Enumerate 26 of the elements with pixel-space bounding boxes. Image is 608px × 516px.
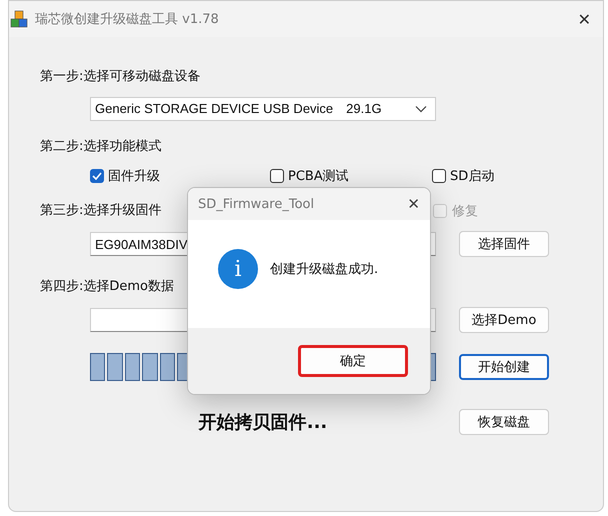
dialog-title: SD_Firmware_Tool (198, 196, 314, 212)
checkbox[interactable] (270, 169, 284, 183)
checkbox-label: 修复 (452, 203, 478, 220)
checkbox-label: PCBA测试 (288, 168, 349, 185)
blocks-icon (10, 10, 28, 28)
window-title: 瑞芯微创建升级磁盘工具 v1.78 (35, 11, 219, 28)
status-text: 开始拷贝固件... (198, 411, 328, 434)
browse-button[interactable]: 选择固件 (459, 231, 549, 257)
checkbox[interactable] (90, 169, 104, 183)
ok-button[interactable]: 确定 (298, 345, 408, 377)
caret-icon (415, 105, 427, 113)
step-label: 第四步:选择Demo数据 (40, 278, 174, 296)
device-dropdown[interactable]: Generic STORAGE DEVICE USB Device 29.1G (90, 97, 436, 121)
close-button[interactable]: ✕ (407, 195, 420, 213)
start-button[interactable]: 开始创建 (459, 354, 549, 380)
checkbox-label: SD启动 (450, 168, 494, 185)
info-icon: i (218, 249, 258, 289)
close-button[interactable]: ✕ (578, 10, 591, 28)
checkbox[interactable] (432, 169, 446, 183)
step-label: 第三步:选择升级固件 (40, 202, 162, 220)
step-label: 第一步:选择可移动磁盘设备 (40, 68, 200, 86)
dialog-message: 创建升级磁盘成功. (270, 261, 378, 278)
checkbox-label: 固件升级 (108, 168, 160, 185)
browse-button[interactable]: 选择Demo (459, 307, 549, 333)
step-label: 第二步:选择功能模式 (40, 138, 162, 156)
restore-button[interactable]: 恢复磁盘 (459, 409, 549, 435)
